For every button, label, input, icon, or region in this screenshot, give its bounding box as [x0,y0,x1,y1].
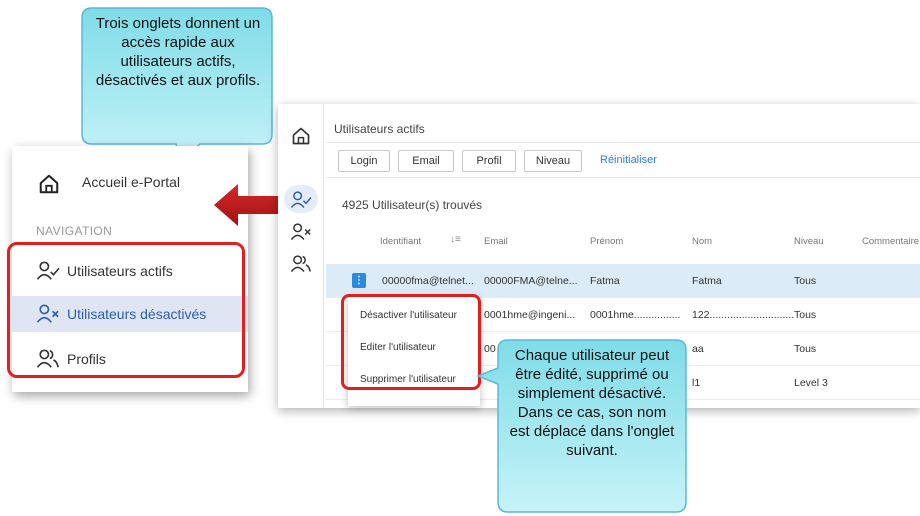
user-x-icon[interactable] [290,222,312,242]
sort-icon[interactable]: ↓≡ [450,234,461,245]
column-header[interactable]: Identifiant [380,236,421,247]
cell-email: 00000FMA@telne... [484,275,578,287]
table-row[interactable]: ⋮ 00000fma@telnet... 00000FMA@telne... F… [326,264,920,298]
column-header[interactable]: Niveau [794,236,824,247]
result-count: 4925 Utilisateur(s) trouvés [342,198,483,212]
column-header[interactable]: Email [484,236,508,247]
callout-actions: Chaque utilisateur peut être édité, supp… [470,326,700,516]
filter-bar: Login Email Profil Niveau Réinitialiser [326,142,920,178]
nav-highlight-box [7,242,245,378]
cell-niveau: Tous [794,275,817,287]
user-check-icon[interactable] [290,190,312,210]
icon-rail [278,104,324,408]
nav-section-title: NAVIGATION [36,224,113,238]
column-header[interactable]: Nom [692,236,712,247]
filter-profil-button[interactable]: Profil [462,150,516,172]
cell-email: 0001hme@ingeni... [484,309,576,321]
users-icon[interactable] [290,254,312,274]
cell-niveau: Tous [794,309,817,321]
filter-email-button[interactable]: Email [398,150,454,172]
cell-niveau: Tous [794,343,817,355]
cell-prenom: Fatma [590,275,620,287]
table-header: Identifiant ↓≡ Email Prénom Nom Niveau C… [326,230,920,254]
cell-nom: 122............................. [692,309,795,321]
callout-tabs-text: Trois onglets donnent un accès rapide au… [95,15,261,89]
cell-prenom: 0001hme................ [590,309,681,321]
column-header[interactable]: Prénom [590,236,623,247]
filter-niveau-button[interactable]: Niveau [524,150,582,172]
cell-identifiant: 00000fma@telnet... [382,275,474,287]
cell-nom: Fatma [692,275,722,287]
home-icon[interactable] [290,126,312,146]
filter-login-button[interactable]: Login [338,150,390,172]
row-actions-icon[interactable]: ⋮ [352,273,366,288]
callout-actions-text: Chaque utilisateur peut être édité, supp… [509,347,675,459]
left-arrow-icon [214,184,278,226]
nav-home[interactable]: Accueil e-Portal [12,166,248,200]
callout-tabs: Trois onglets donnent un accès rapide au… [0,0,280,170]
menu-highlight-box [341,294,481,390]
cell-niveau: Level 3 [794,377,828,389]
column-header[interactable]: Commentaire [862,236,919,247]
reset-link[interactable]: Réinitialiser [600,154,657,166]
page-title: Utilisateurs actifs [334,122,425,136]
nav-home-label: Accueil e-Portal [82,174,181,190]
home-icon [39,174,59,194]
